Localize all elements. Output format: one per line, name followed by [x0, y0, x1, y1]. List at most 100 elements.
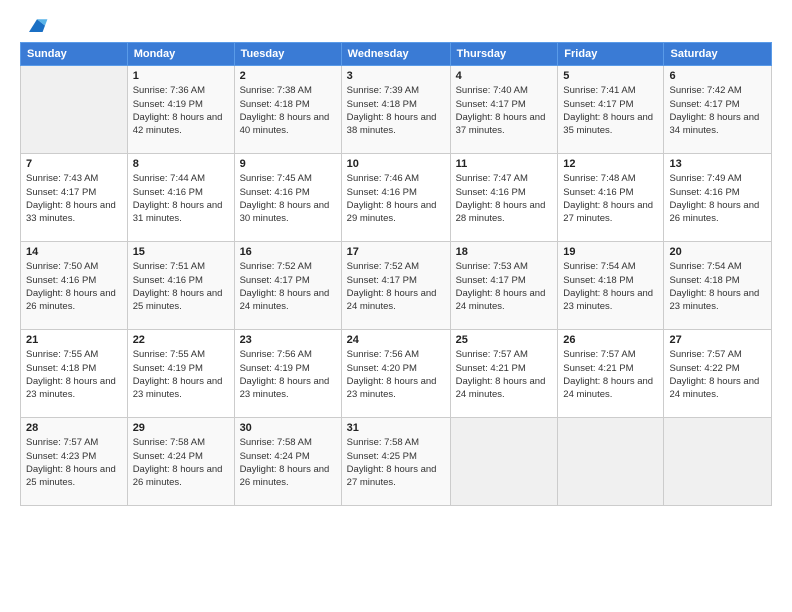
day-num-28: 28 — [26, 422, 122, 434]
day-num-8: 8 — [133, 158, 229, 170]
week-row-0: 1 Sunrise: 7:36 AM Sunset: 4:19 PM Daylig… — [21, 66, 772, 154]
cell-w0-d2: 2 Sunrise: 7:38 AM Sunset: 4:18 PM Daylig… — [234, 66, 341, 154]
cell-w4-d5 — [558, 418, 664, 506]
day-num-1: 1 — [133, 70, 229, 82]
cell-w2-d4: 18 Sunrise: 7:53 AM Sunset: 4:17 PM Dayli… — [450, 242, 558, 330]
day-num-15: 15 — [133, 246, 229, 258]
day-info-12: Sunrise: 7:48 AM Sunset: 4:16 PM Dayligh… — [563, 172, 658, 225]
cell-w0-d0 — [21, 66, 128, 154]
day-num-19: 19 — [563, 246, 658, 258]
col-wednesday: Wednesday — [341, 43, 450, 66]
week-row-1: 7Sunrise: 7:43 AM Sunset: 4:17 PM Daylig… — [21, 154, 772, 242]
day-info-11: Sunrise: 7:47 AM Sunset: 4:16 PM Dayligh… — [456, 172, 553, 225]
day-info-6: Sunrise: 7:42 AM Sunset: 4:17 PM Dayligh… — [669, 84, 766, 137]
day-num-10: 10 — [347, 158, 445, 170]
day-num-6: 6 — [669, 70, 766, 82]
day-info-23: Sunrise: 7:56 AM Sunset: 4:19 PM Dayligh… — [240, 348, 336, 401]
day-num-5: 5 — [563, 70, 658, 82]
day-info-20: Sunrise: 7:54 AM Sunset: 4:18 PM Dayligh… — [669, 260, 766, 313]
cell-w4-d2: 30 Sunrise: 7:58 AM Sunset: 4:24 PM Dayli… — [234, 418, 341, 506]
week-row-2: 14 Sunrise: 7:50 AM Sunset: 4:16 PM Dayli… — [21, 242, 772, 330]
cell-w0-d5: 5 Sunrise: 7:41 AM Sunset: 4:17 PM Daylig… — [558, 66, 664, 154]
day-num-9: 9 — [240, 158, 336, 170]
cell-w3-d4: 25 Sunrise: 7:57 AM Sunset: 4:21 PM Dayli… — [450, 330, 558, 418]
day-num-14: 14 — [26, 246, 122, 258]
day-num-27: 27 — [669, 334, 766, 346]
col-sunday: Sunday — [21, 43, 128, 66]
day-info-25: Sunrise: 7:57 AM Sunset: 4:21 PM Dayligh… — [456, 348, 553, 401]
day-info-31: Sunrise: 7:58 AM Sunset: 4:25 PM Dayligh… — [347, 436, 445, 489]
day-info-28: Sunrise: 7:57 AM Sunset: 4:23 PM Dayligh… — [26, 436, 122, 489]
cell-w4-d3: 31 Sunrise: 7:58 AM Sunset: 4:25 PM Dayli… — [341, 418, 450, 506]
day-info-13: Sunrise: 7:49 AM Sunset: 4:16 PM Dayligh… — [669, 172, 766, 225]
day-num-4: 4 — [456, 70, 553, 82]
cell-w1-d3: 10 Sunrise: 7:46 AM Sunset: 4:16 PM Dayli… — [341, 154, 450, 242]
cell-w2-d3: 17 Sunrise: 7:52 AM Sunset: 4:17 PM Dayli… — [341, 242, 450, 330]
day-num-25: 25 — [456, 334, 553, 346]
day-num-30: 30 — [240, 422, 336, 434]
day-info-22: Sunrise: 7:55 AM Sunset: 4:19 PM Dayligh… — [133, 348, 229, 401]
day-num-31: 31 — [347, 422, 445, 434]
cell-w3-d6: 27Sunrise: 7:57 AM Sunset: 4:22 PM Dayli… — [664, 330, 772, 418]
cell-w1-d4: 11 Sunrise: 7:47 AM Sunset: 4:16 PM Dayli… — [450, 154, 558, 242]
cell-w2-d1: 15 Sunrise: 7:51 AM Sunset: 4:16 PM Dayli… — [127, 242, 234, 330]
day-info-1: Sunrise: 7:36 AM Sunset: 4:19 PM Dayligh… — [133, 84, 229, 137]
day-info-5: Sunrise: 7:41 AM Sunset: 4:17 PM Dayligh… — [563, 84, 658, 137]
header — [20, 16, 772, 36]
cell-w0-d4: 4 Sunrise: 7:40 AM Sunset: 4:17 PM Daylig… — [450, 66, 558, 154]
day-info-18: Sunrise: 7:53 AM Sunset: 4:17 PM Dayligh… — [456, 260, 553, 313]
day-num-23: 23 — [240, 334, 336, 346]
day-num-13: 13 — [669, 158, 766, 170]
day-info-24: Sunrise: 7:56 AM Sunset: 4:20 PM Dayligh… — [347, 348, 445, 401]
day-num-17: 17 — [347, 246, 445, 258]
day-info-21: Sunrise: 7:55 AM Sunset: 4:18 PM Dayligh… — [26, 348, 122, 401]
day-num-24: 24 — [347, 334, 445, 346]
day-num-29: 29 — [133, 422, 229, 434]
day-info-30: Sunrise: 7:58 AM Sunset: 4:24 PM Dayligh… — [240, 436, 336, 489]
day-info-15: Sunrise: 7:51 AM Sunset: 4:16 PM Dayligh… — [133, 260, 229, 313]
day-num-22: 22 — [133, 334, 229, 346]
day-num-20: 20 — [669, 246, 766, 258]
week-row-4: 28 Sunrise: 7:57 AM Sunset: 4:23 PM Dayli… — [21, 418, 772, 506]
cell-w3-d0: 21 Sunrise: 7:55 AM Sunset: 4:18 PM Dayli… — [21, 330, 128, 418]
day-num-7: 7 — [26, 158, 122, 170]
cell-w1-d2: 9 Sunrise: 7:45 AM Sunset: 4:16 PM Daylig… — [234, 154, 341, 242]
cell-w0-d6: 6 Sunrise: 7:42 AM Sunset: 4:17 PM Daylig… — [664, 66, 772, 154]
day-num-21: 21 — [26, 334, 122, 346]
cell-w4-d0: 28 Sunrise: 7:57 AM Sunset: 4:23 PM Dayli… — [21, 418, 128, 506]
day-info-19: Sunrise: 7:54 AM Sunset: 4:18 PM Dayligh… — [563, 260, 658, 313]
day-info-9: Sunrise: 7:45 AM Sunset: 4:16 PM Dayligh… — [240, 172, 336, 225]
cell-w4-d1: 29 Sunrise: 7:58 AM Sunset: 4:24 PM Dayli… — [127, 418, 234, 506]
logo — [20, 16, 50, 36]
day-num-26: 26 — [563, 334, 658, 346]
cell-w0-d1: 1 Sunrise: 7:36 AM Sunset: 4:19 PM Daylig… — [127, 66, 234, 154]
cell-w2-d5: 19 Sunrise: 7:54 AM Sunset: 4:18 PM Dayli… — [558, 242, 664, 330]
day-num-3: 3 — [347, 70, 445, 82]
cell-w2-d0: 14 Sunrise: 7:50 AM Sunset: 4:16 PM Dayli… — [21, 242, 128, 330]
day-info-4: Sunrise: 7:40 AM Sunset: 4:17 PM Dayligh… — [456, 84, 553, 137]
day-num-16: 16 — [240, 246, 336, 258]
cell-w4-d4 — [450, 418, 558, 506]
day-num-18: 18 — [456, 246, 553, 258]
day-info-29: Sunrise: 7:58 AM Sunset: 4:24 PM Dayligh… — [133, 436, 229, 489]
day-num-2: 2 — [240, 70, 336, 82]
cell-w3-d5: 26Sunrise: 7:57 AM Sunset: 4:21 PM Dayli… — [558, 330, 664, 418]
day-num-12: 12 — [563, 158, 658, 170]
cell-w1-d5: 12 Sunrise: 7:48 AM Sunset: 4:16 PM Dayli… — [558, 154, 664, 242]
col-thursday: Thursday — [450, 43, 558, 66]
day-info-17: Sunrise: 7:52 AM Sunset: 4:17 PM Dayligh… — [347, 260, 445, 313]
day-info-16: Sunrise: 7:52 AM Sunset: 4:17 PM Dayligh… — [240, 260, 336, 313]
col-saturday: Saturday — [664, 43, 772, 66]
col-tuesday: Tuesday — [234, 43, 341, 66]
calendar-body: 1 Sunrise: 7:36 AM Sunset: 4:19 PM Daylig… — [21, 66, 772, 506]
cell-w1-d0: 7Sunrise: 7:43 AM Sunset: 4:17 PM Daylig… — [21, 154, 128, 242]
cell-w2-d6: 20 Sunrise: 7:54 AM Sunset: 4:18 PM Dayli… — [664, 242, 772, 330]
day-num-11: 11 — [456, 158, 553, 170]
day-info-10: Sunrise: 7:46 AM Sunset: 4:16 PM Dayligh… — [347, 172, 445, 225]
cell-w3-d2: 23 Sunrise: 7:56 AM Sunset: 4:19 PM Dayli… — [234, 330, 341, 418]
cell-w3-d1: 22 Sunrise: 7:55 AM Sunset: 4:19 PM Dayli… — [127, 330, 234, 418]
day-info-2: Sunrise: 7:38 AM Sunset: 4:18 PM Dayligh… — [240, 84, 336, 137]
cell-w1-d6: 13 Sunrise: 7:49 AM Sunset: 4:16 PM Dayli… — [664, 154, 772, 242]
page: Sunday Monday Tuesday Wednesday Thursday… — [0, 0, 792, 612]
day-info-14: Sunrise: 7:50 AM Sunset: 4:16 PM Dayligh… — [26, 260, 122, 313]
